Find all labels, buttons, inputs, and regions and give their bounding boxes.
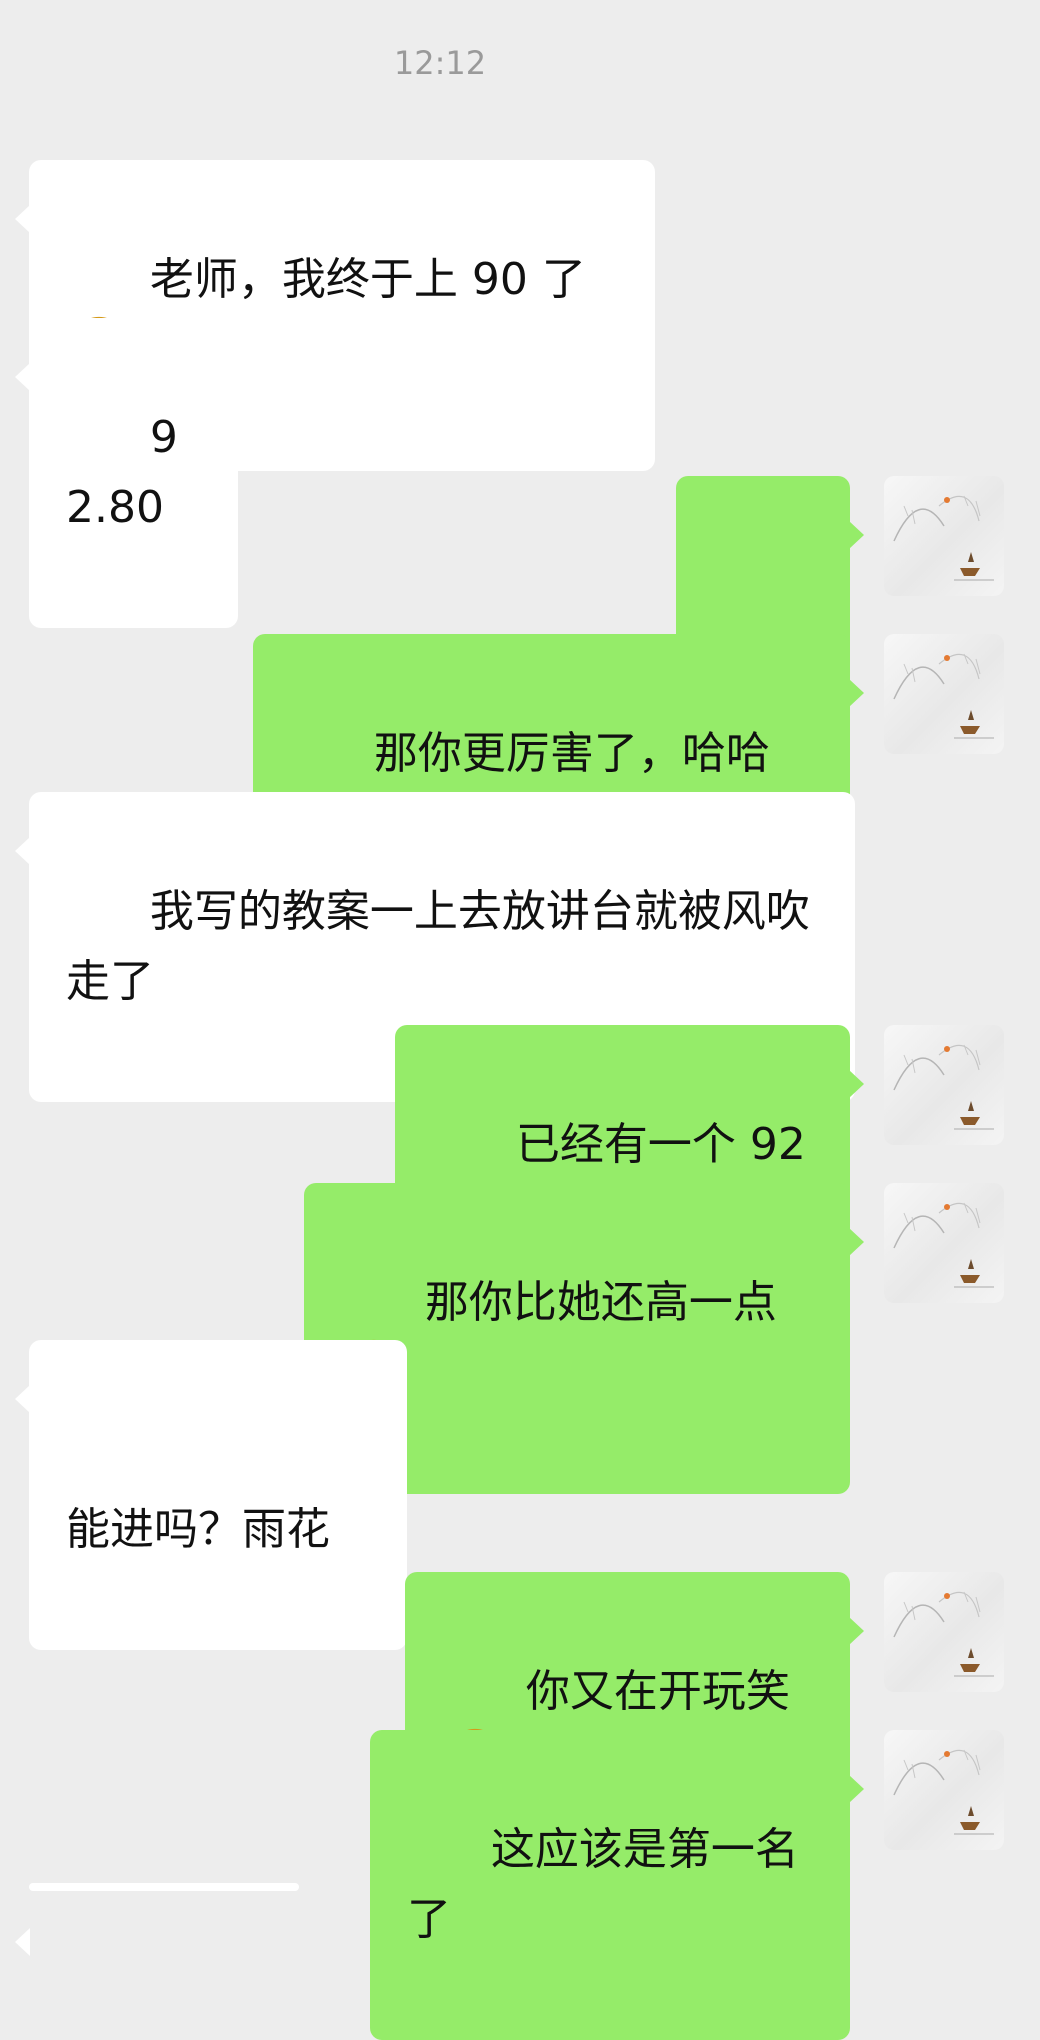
avatar[interactable] [884,1025,1004,1145]
message-text: 能进吗？雨花 [66,1504,330,1555]
message-timestamp: 12:12 [393,44,487,82]
avatar[interactable] [884,1730,1004,1850]
message-text: 那你更厉害了，哈哈 [373,728,770,779]
landscape-avatar-icon [893,1202,994,1288]
landscape-avatar-icon [893,1044,994,1130]
message-bubble[interactable]: 能进吗？雨花 [15,1340,407,1650]
message-text: 你又在开玩笑 [525,1666,790,1717]
message-text: 92.80 [66,412,178,533]
message-text: 我写的教案一上去放讲台就被风吹走了 [66,886,810,1007]
message-text: 老师，我终于上 90 了 [149,254,586,305]
message-bubble[interactable]: 这应该是第一名了 [370,1730,864,2040]
avatar[interactable] [884,1183,1004,1303]
message-text: 那你比她还高一点 [424,1277,777,1328]
avatar[interactable] [884,1572,1004,1692]
landscape-avatar-icon [893,1749,994,1835]
landscape-avatar-icon [893,495,994,581]
avatar[interactable] [884,634,1004,754]
landscape-avatar-icon [893,1591,994,1677]
partial-message-bubble[interactable] [15,1883,299,1956]
avatar[interactable] [884,476,1004,596]
message-bubble[interactable]: 92.80 [15,318,238,628]
landscape-avatar-icon [893,653,994,739]
message-text: 这应该是第一名了 [407,1824,799,1945]
